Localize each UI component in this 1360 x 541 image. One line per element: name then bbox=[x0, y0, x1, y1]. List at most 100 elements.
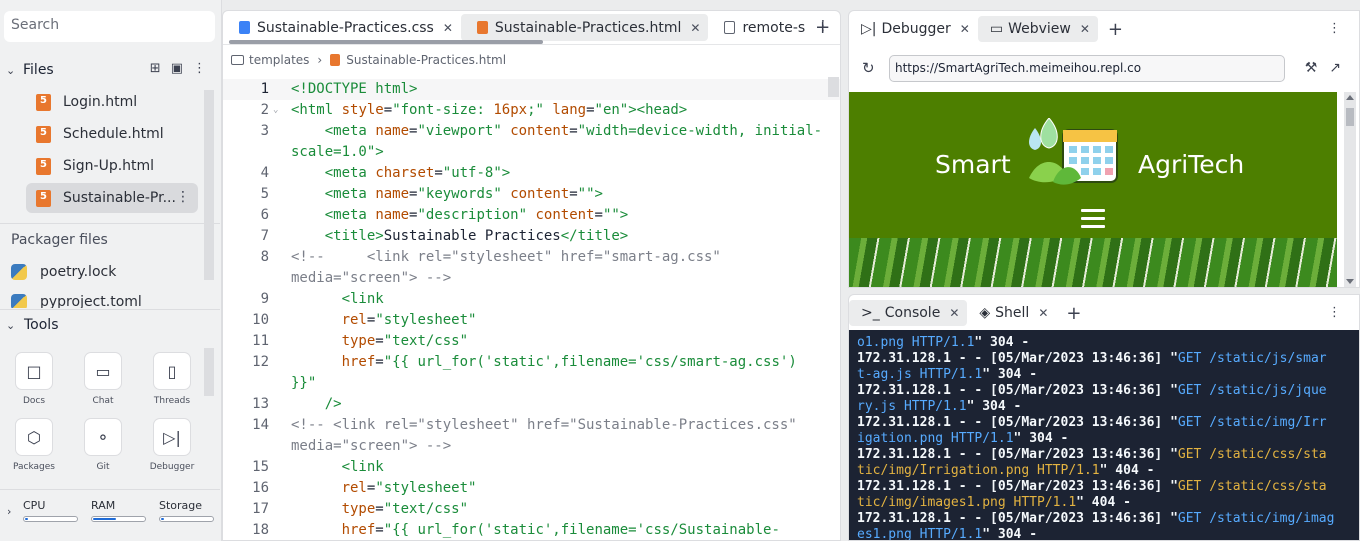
file-item-schedule[interactable]: Schedule.html bbox=[26, 119, 198, 149]
code-line: media="screen"> --> bbox=[223, 436, 840, 457]
webview-pane: ▷| Debugger ✕ ▭ Webview ✕ + ⋮ ↻ https://… bbox=[848, 10, 1360, 288]
close-icon[interactable]: ✕ bbox=[1080, 22, 1090, 36]
replit-workspace: Search ⌄ Files ⊞ ▣ ⋮ Login.html Schedule… bbox=[0, 0, 1360, 541]
tool-docs[interactable]: □ Docs bbox=[4, 352, 64, 406]
packager-file-poetry-lock[interactable]: poetry.lock bbox=[11, 262, 116, 282]
chevron-down-icon[interactable]: ⌄ bbox=[6, 319, 20, 332]
code-line: 8 <!-- <link rel="stylesheet" href="smart… bbox=[223, 247, 840, 268]
new-folder-icon[interactable]: ▣ bbox=[171, 61, 183, 76]
tool-threads[interactable]: ▯ Threads bbox=[142, 352, 202, 406]
url-input[interactable]: https://SmartAgriTech.meimeihou.repl.co bbox=[889, 55, 1285, 82]
monitor-icon: ▭ bbox=[989, 21, 1004, 37]
chevron-down-icon[interactable]: ⌄ bbox=[6, 64, 20, 77]
code-line: 2 ⌄ <html style="font-size: 16px;" lang="e… bbox=[223, 100, 840, 121]
line-number: 4 bbox=[260, 165, 269, 181]
hamburger-menu-icon[interactable] bbox=[1081, 209, 1105, 233]
tab-shell[interactable]: ◈ Shell ✕ bbox=[967, 300, 1056, 326]
fold-chevron-icon[interactable]: ⌄ bbox=[269, 100, 291, 121]
breadcrumb: templates › Sustainable-Practices.html bbox=[231, 53, 506, 67]
tab-console[interactable]: >_ Console ✕ bbox=[849, 300, 968, 326]
code-line: 3 <meta name="viewport" content="width=d… bbox=[223, 121, 840, 142]
line-number: 14 bbox=[252, 417, 269, 433]
file-item-sign-up[interactable]: Sign-Up.html bbox=[26, 151, 198, 181]
tab-label: Sustainable-Practices.css bbox=[257, 19, 434, 36]
code-line: }}" bbox=[223, 373, 840, 394]
add-tab-icon[interactable]: + bbox=[1066, 303, 1081, 324]
tab-label: remote-s bbox=[742, 19, 806, 36]
debugger-icon: ▷| bbox=[861, 21, 877, 37]
ram-meter: RAM bbox=[91, 499, 146, 522]
tab-debugger[interactable]: ▷| Debugger ✕ bbox=[849, 16, 978, 42]
line-number: 17 bbox=[252, 501, 269, 517]
file-item-sustainable-practices[interactable]: Sustainable-Pr... ⋮ bbox=[26, 183, 198, 213]
close-icon[interactable]: ✕ bbox=[690, 21, 700, 35]
tool-debugger[interactable]: ▷| Debugger bbox=[142, 418, 202, 472]
file-item-login[interactable]: Login.html bbox=[26, 87, 198, 117]
tools-scrollbar[interactable] bbox=[204, 348, 214, 396]
site-brand-left[interactable]: Smart bbox=[935, 150, 1011, 179]
code-line: 10 rel="stylesheet" bbox=[223, 310, 840, 331]
meter-label: Storage bbox=[159, 499, 203, 512]
tab-webview[interactable]: ▭ Webview ✕ bbox=[977, 16, 1098, 42]
tool-chat[interactable]: ▭ Chat bbox=[73, 352, 133, 406]
meter-label: CPU bbox=[23, 499, 46, 512]
breadcrumb-folder[interactable]: templates bbox=[249, 53, 309, 67]
close-icon[interactable]: ✕ bbox=[443, 21, 453, 35]
code-line: 5 <meta name="keywords" content=""> bbox=[223, 184, 840, 205]
editor-scrollbar[interactable] bbox=[828, 77, 839, 97]
code-area[interactable]: 1 <!DOCTYPE html> 2 ⌄ <html style="font-siz… bbox=[223, 79, 840, 540]
html-file-icon bbox=[36, 125, 51, 143]
chevron-right-icon[interactable]: › bbox=[7, 505, 11, 518]
packager-file-pyproject[interactable]: pyproject.toml bbox=[11, 294, 142, 308]
tab-label: Shell bbox=[995, 305, 1030, 321]
line-number bbox=[223, 373, 269, 394]
line-number: 7 bbox=[260, 228, 269, 244]
html-file-icon bbox=[36, 189, 51, 207]
more-options-icon[interactable]: ⋮ bbox=[193, 61, 206, 76]
more-options-icon[interactable]: ⋮ bbox=[1328, 305, 1341, 320]
tools-section-header[interactable]: ⌄ Tools bbox=[6, 317, 59, 333]
line-number: 10 bbox=[252, 312, 269, 328]
file-tree-scrollbar[interactable] bbox=[204, 90, 214, 280]
console-pane: >_ Console ✕ ◈ Shell ✕ + ⋮ o1.png HTTP/1… bbox=[848, 294, 1360, 541]
site-brand-right[interactable]: AgriTech bbox=[1138, 150, 1244, 179]
scroll-thumb[interactable] bbox=[1346, 108, 1354, 126]
scroll-up-icon[interactable] bbox=[1346, 95, 1354, 100]
packager-files-title: Packager files bbox=[11, 232, 108, 248]
html-icon bbox=[330, 54, 341, 66]
tab-scrollbar[interactable] bbox=[229, 40, 543, 44]
console-output[interactable]: o1.png HTTP/1.1" 304 - 172.31.128.1 - - … bbox=[849, 330, 1359, 540]
search-input[interactable]: Search bbox=[4, 11, 215, 42]
site-preview[interactable]: Smart AgriTech bbox=[849, 92, 1337, 287]
line-number: 18 bbox=[252, 522, 269, 538]
code-line: 17 type="text/css" bbox=[223, 499, 840, 520]
files-title: Files bbox=[23, 62, 54, 78]
devtools-wrench-icon[interactable]: ⚒ bbox=[1305, 60, 1318, 76]
code-line: 12 href="{{ url_for('static',filename='c… bbox=[223, 352, 840, 373]
file-name: pyproject.toml bbox=[40, 294, 142, 308]
tab-image-file[interactable]: remote-s bbox=[708, 14, 809, 41]
tool-label: Debugger bbox=[149, 462, 195, 472]
close-icon[interactable]: ✕ bbox=[1038, 306, 1048, 320]
new-file-icon[interactable]: ⊞ bbox=[150, 61, 161, 76]
tab-html-file[interactable]: Sustainable-Practices.html ✕ bbox=[460, 14, 709, 41]
site-scrollbar[interactable] bbox=[1344, 92, 1356, 287]
tool-label: Threads bbox=[153, 396, 191, 406]
tool-packages[interactable]: ⬡ Packages bbox=[4, 418, 64, 472]
file-more-icon[interactable]: ⋮ bbox=[176, 189, 190, 205]
close-icon[interactable]: ✕ bbox=[960, 22, 970, 36]
line-number: 3 bbox=[260, 123, 269, 139]
breadcrumb-file[interactable]: Sustainable-Practices.html bbox=[346, 53, 506, 67]
more-options-icon[interactable]: ⋮ bbox=[1328, 21, 1341, 36]
add-tab-icon[interactable]: + bbox=[1108, 19, 1123, 40]
tool-git[interactable]: ⚬ Git bbox=[73, 418, 133, 472]
editor-tab-bar: Sustainable-Practices.css ✕ Sustainable-… bbox=[223, 11, 840, 45]
close-icon[interactable]: ✕ bbox=[949, 306, 959, 320]
open-new-tab-icon[interactable]: ↗ bbox=[1329, 60, 1341, 76]
tab-css-file[interactable]: Sustainable-Practices.css ✕ bbox=[223, 14, 461, 41]
reload-icon[interactable]: ↻ bbox=[862, 59, 875, 77]
scroll-down-icon[interactable] bbox=[1346, 279, 1354, 284]
files-section-header[interactable]: ⌄ Files ⊞ ▣ ⋮ bbox=[0, 58, 220, 82]
more-options-icon[interactable]: ⋮ bbox=[816, 18, 830, 34]
cube-icon: ⬡ bbox=[15, 418, 53, 456]
